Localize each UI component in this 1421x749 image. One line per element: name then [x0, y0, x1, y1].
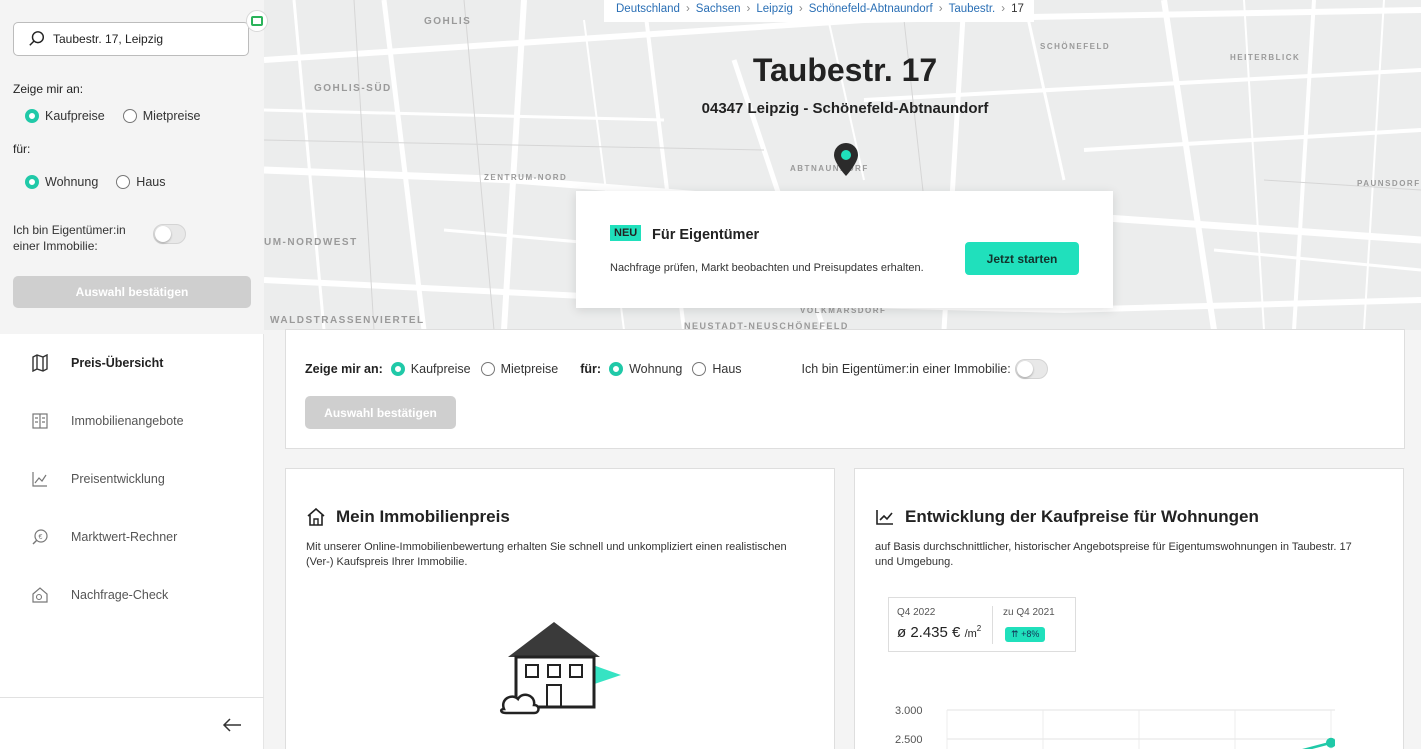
map-label: ZENTRUM-NORD — [484, 173, 568, 182]
map-label: GOHLIS-SÜD — [314, 83, 392, 94]
search-input[interactable]: Taubestr. 17, Leipzig — [13, 22, 249, 56]
radio-off-icon — [122, 109, 137, 123]
radio-mietpreise[interactable]: Mietpreise — [122, 109, 200, 123]
owner-promo-card: NEU Für Eigentümer Nachfrage prüfen, Mar… — [576, 191, 1113, 308]
map-label: SCHÖNEFELD — [1040, 42, 1111, 51]
radio-off-icon — [116, 175, 131, 189]
breadcrumb-current: 17 — [1011, 3, 1024, 15]
radio-mietpreise[interactable]: Mietpreise — [480, 362, 558, 376]
radio-kaufpreise[interactable]: Kaufpreise — [390, 362, 471, 376]
map-icon — [30, 353, 50, 373]
map-label: UM-NORDWEST — [264, 237, 358, 248]
radio-off-icon — [692, 362, 707, 376]
chart-tick-label: 2.500 — [895, 734, 923, 746]
page-subtitle: 04347 Leipzig - Schönefeld-Abtnaundorf — [701, 100, 989, 117]
stat-period: Q4 2022 — [897, 607, 936, 618]
house-illustration — [500, 622, 621, 715]
sidebar-item-immobilienangebote[interactable]: Immobilienangebote — [0, 392, 264, 450]
widget-toggle-icon[interactable] — [246, 10, 268, 32]
price-chart: 3.000 2.500 — [895, 705, 1335, 749]
breadcrumb-item[interactable]: Leipzig — [756, 3, 792, 15]
trend-card: Entwicklung der Kaufpreise für Wohnungen… — [854, 468, 1404, 749]
breadcrumb-item[interactable]: Deutschland — [616, 3, 680, 15]
trend-icon — [875, 507, 895, 527]
new-badge: NEU — [610, 225, 642, 241]
radio-wohnung[interactable]: Wohnung — [609, 362, 682, 376]
search-value: Taubestr. 17, Leipzig — [53, 32, 164, 46]
coin-search-icon: € — [30, 527, 50, 547]
stat-change-badge: ⇈ +8% — [1005, 627, 1046, 642]
house-icon — [306, 507, 326, 527]
radio-off-icon — [480, 362, 495, 376]
sidebar-item-preisentwicklung[interactable]: Preisentwicklung — [0, 450, 264, 508]
price-card-title: Mein Immobilienpreis — [306, 507, 510, 527]
radio-on-icon — [390, 362, 405, 376]
show-label: Zeige mir an: — [305, 362, 383, 376]
price-radio-group: Kaufpreise Mietpreise — [25, 109, 218, 123]
page-title: Taubestr. 17 — [752, 52, 938, 88]
map-label: HEITERBLICK — [1230, 53, 1301, 62]
sidebar-filter-panel: Taubestr. 17, Leipzig Zeige mir an: Kauf… — [0, 0, 268, 334]
stat-value: ø 2.435 € /m2 — [897, 624, 982, 641]
for-label: für: — [580, 362, 602, 376]
chart-series-line — [1302, 741, 1332, 749]
owner-card-text: Nachfrage prüfen, Markt beobachten und P… — [610, 262, 924, 274]
filter-row: Zeige mir an: Kaufpreise Mietpreise für:… — [305, 359, 1048, 379]
breadcrumb-item[interactable]: Schönefeld-Abtnaundorf — [809, 3, 933, 15]
owner-toggle[interactable] — [1014, 359, 1048, 379]
trend-icon — [30, 469, 50, 489]
radio-wohnung[interactable]: Wohnung — [25, 175, 98, 189]
price-card-text: Mit unserer Online-Immobilienbewertung e… — [306, 541, 787, 568]
sidebar-item-marktwert-rechner[interactable]: € Marktwert-Rechner — [0, 508, 264, 566]
sidebar-item-preis-uebersicht[interactable]: Preis-Übersicht — [0, 334, 264, 392]
owner-card-title: Für Eigentümer — [652, 227, 760, 243]
house-search-icon — [30, 585, 50, 605]
radio-kaufpreise[interactable]: Kaufpreise — [25, 109, 105, 123]
search-icon — [29, 31, 45, 46]
building-icon — [30, 411, 50, 431]
svg-text:€: € — [39, 534, 43, 541]
owner-label: Ich bin Eigentümer:in einer Immobilie: — [13, 223, 126, 253]
filter-panel: Zeige mir an: Kaufpreise Mietpreise für:… — [285, 329, 1405, 449]
show-label: Zeige mir an: — [13, 82, 84, 96]
sidebar-nav: Preis-Übersicht Immobilienangebote Preis… — [0, 334, 264, 624]
chart-tick-label: 3.000 — [895, 705, 923, 717]
location-pin-icon — [834, 143, 858, 176]
confirm-button[interactable]: Auswahl bestätigen — [305, 396, 456, 429]
trend-card-text: auf Basis durchschnittlicher, historisch… — [875, 541, 1352, 568]
breadcrumb-item[interactable]: Taubestr. — [949, 3, 996, 15]
price-stat-box: Q4 2022 ø 2.435 € /m2 zu Q4 2021 ⇈ +8% — [888, 597, 1076, 652]
start-button[interactable]: Jetzt starten — [965, 242, 1079, 275]
owner-toggle[interactable] — [153, 224, 186, 244]
sidebar: Taubestr. 17, Leipzig Zeige mir an: Kauf… — [0, 0, 268, 749]
confirm-button[interactable]: Auswahl bestätigen — [13, 276, 251, 308]
stat-compare-label: zu Q4 2021 — [1003, 607, 1055, 618]
radio-haus[interactable]: Haus — [692, 362, 742, 376]
owner-label: Ich bin Eigentümer:in einer Immobilie: — [801, 362, 1011, 376]
type-radio-group: Wohnung Haus — [25, 175, 183, 189]
radio-on-icon — [25, 109, 39, 123]
for-label: für: — [13, 142, 31, 156]
sidebar-item-nachfrage-check[interactable]: Nachfrage-Check — [0, 566, 264, 624]
radio-on-icon — [609, 362, 624, 376]
trend-up-icon: ⇈ — [1011, 629, 1019, 639]
breadcrumb-item[interactable]: Sachsen — [696, 3, 741, 15]
breadcrumb: Deutschland › Sachsen › Leipzig › Schönefeld-A… — [604, 0, 1034, 22]
trend-card-title: Entwicklung der Kaufpreise für Wohnungen — [875, 507, 1259, 527]
map-label: PAUNSDORF — [1357, 179, 1421, 188]
radio-haus[interactable]: Haus — [116, 175, 165, 189]
arrow-left-icon[interactable] — [222, 716, 242, 739]
radio-on-icon — [25, 175, 39, 189]
sidebar-divider — [0, 697, 264, 698]
map-label: GOHLIS — [424, 16, 472, 27]
price-card: Mein Immobilienpreis Mit unserer Online-… — [285, 468, 835, 749]
map-label: WALDSTRASSENVIERTEL — [270, 315, 425, 326]
